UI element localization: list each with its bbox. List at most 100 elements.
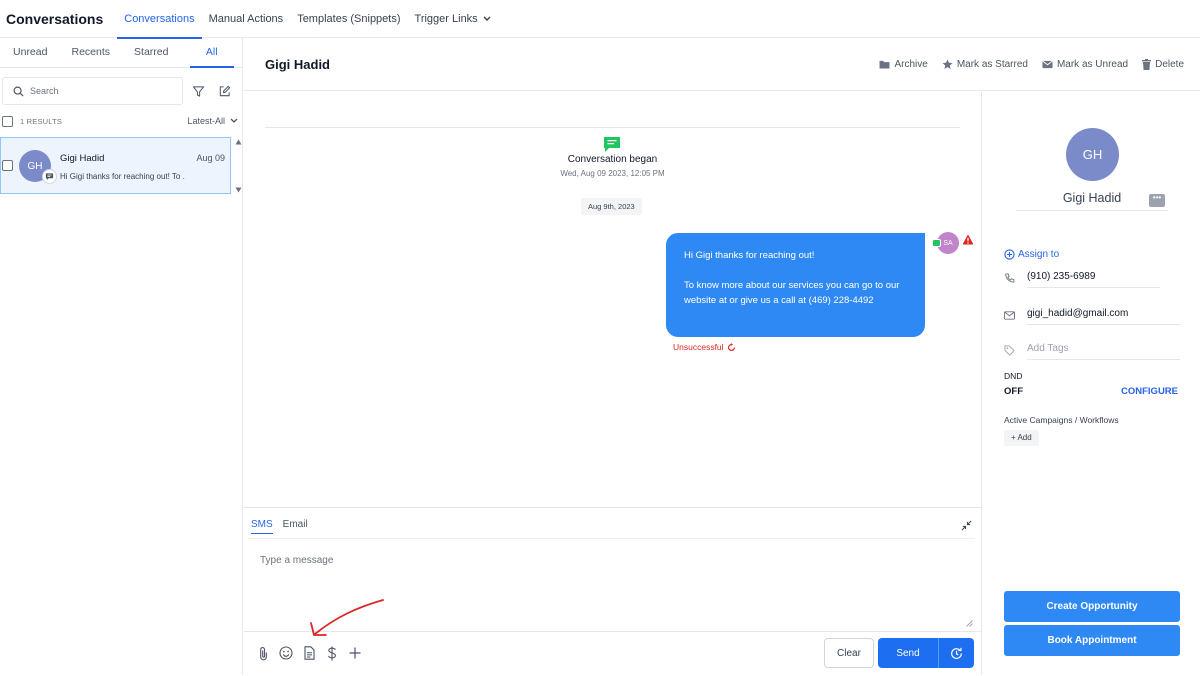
- add-campaign-button[interactable]: + Add: [1004, 430, 1039, 446]
- chat-actions: Archive Mark as Starred Mark as Unread D…: [879, 58, 1184, 70]
- chevron-down-icon: [483, 16, 491, 22]
- results-row: 1 RESULTS Latest-All: [2, 114, 238, 128]
- sms-indicator-icon: [932, 239, 941, 247]
- sort-label: Latest-All: [187, 116, 225, 126]
- sort-dropdown[interactable]: Latest-All: [187, 116, 238, 126]
- more-options-icon[interactable]: •••: [1149, 194, 1165, 207]
- retry-icon: [727, 342, 736, 352]
- phone-field[interactable]: (910) 235-6989: [1004, 268, 1160, 288]
- delete-label: Delete: [1155, 58, 1184, 70]
- tab-templates[interactable]: Templates (Snippets): [290, 0, 407, 38]
- conversation-checkbox[interactable]: [2, 160, 13, 171]
- top-nav: Conversations Conversations Manual Actio…: [0, 0, 1200, 39]
- envelope-icon: [1004, 310, 1018, 320]
- dollar-icon[interactable]: [325, 645, 339, 661]
- scroll-up-icon: [235, 139, 241, 145]
- mark-starred-label: Mark as Starred: [956, 58, 1028, 70]
- paperclip-icon[interactable]: [256, 645, 270, 661]
- email-field[interactable]: gigi_hadid@gmail.com: [1004, 305, 1180, 325]
- phone-value: (910) 235-6989: [1027, 268, 1160, 288]
- filter-tab-recents[interactable]: Recents: [61, 38, 122, 67]
- campaigns-label: Active Campaigns / Workflows: [1004, 415, 1119, 425]
- search-icon: [13, 86, 24, 97]
- conversation-list-panel: Unread Recents Starred All 1 RESULTS Lat…: [0, 38, 243, 675]
- results-count: 1 RESULTS: [20, 116, 63, 126]
- conversation-date: Aug 09: [196, 153, 225, 163]
- conversation-item[interactable]: GH Gigi Hadid Aug 09 Hi Gigi thanks for …: [0, 137, 231, 194]
- tags-field[interactable]: Add Tags: [1004, 340, 1180, 360]
- filter-icon[interactable]: [187, 80, 209, 102]
- avatar: GH: [19, 150, 57, 184]
- conversation-began-title: Conversation began: [567, 154, 658, 165]
- mark-starred-button[interactable]: Mark as Starred: [942, 59, 1028, 70]
- send-button-group: Send: [878, 638, 974, 668]
- phone-icon: [1004, 272, 1018, 284]
- sender-avatar: SA: [932, 232, 959, 254]
- plus-icon: +: [1011, 433, 1016, 442]
- plus-circle-icon: [1004, 249, 1015, 260]
- composer-toolbar: Clear Send: [244, 631, 981, 676]
- assign-to-label: Assign to: [1018, 249, 1060, 260]
- add-label: Add: [1017, 433, 1032, 442]
- chat-contact-name: Gigi Hadid: [265, 56, 330, 72]
- mark-unread-button[interactable]: Mark as Unread: [1042, 59, 1128, 70]
- send-button[interactable]: Send: [878, 638, 938, 668]
- contact-avatar: GH: [1066, 128, 1119, 181]
- avatar-initials: GH: [27, 160, 43, 172]
- tab-trigger-links[interactable]: Trigger Links: [408, 0, 498, 38]
- plus-icon[interactable]: [348, 645, 362, 661]
- clock-icon: [951, 647, 962, 659]
- create-opportunity-button[interactable]: Create Opportunity: [1004, 591, 1180, 622]
- filter-tabs: Unread Recents Starred All: [0, 38, 242, 68]
- template-document-icon[interactable]: [302, 645, 316, 661]
- chat-header: Gigi Hadid Archive Mark as Starred Mark …: [244, 38, 1200, 91]
- chevron-down-icon: [230, 118, 238, 124]
- composer-tab-sms[interactable]: SMS: [251, 519, 273, 534]
- email-value: gigi_hadid@gmail.com: [1027, 305, 1180, 325]
- message-input[interactable]: [248, 538, 975, 630]
- thread-divider: [265, 127, 960, 128]
- trash-icon: [1142, 58, 1152, 70]
- message-status[interactable]: Unsuccessful: [673, 342, 736, 352]
- contact-name: Gigi Hadid: [1016, 191, 1168, 211]
- tab-manual-actions[interactable]: Manual Actions: [202, 0, 291, 38]
- sender-initials: SA: [943, 239, 953, 247]
- warning-icon[interactable]: [962, 234, 974, 245]
- outgoing-message[interactable]: Hi Gigi thanks for reaching out! To know…: [666, 233, 925, 337]
- compose-icon[interactable]: [213, 80, 235, 102]
- assign-to-button[interactable]: Assign to: [1004, 249, 1059, 260]
- collapse-icon[interactable]: [961, 520, 972, 531]
- composer-tabs: SMS Email: [251, 519, 308, 534]
- list-scrollbar[interactable]: [233, 139, 243, 193]
- schedule-button[interactable]: [938, 638, 974, 668]
- clear-button[interactable]: Clear: [824, 638, 874, 668]
- emoji-icon[interactable]: [279, 645, 293, 661]
- book-appointment-button[interactable]: Book Appointment: [1004, 625, 1180, 656]
- contact-details-panel: GH Gigi Hadid ••• Assign to (910) 235-69…: [981, 92, 1200, 675]
- message-status-label: Unsuccessful: [673, 342, 724, 352]
- composer-tab-email[interactable]: Email: [283, 519, 308, 534]
- folder-icon: [879, 60, 890, 69]
- trigger-links-label: Trigger Links: [414, 12, 478, 25]
- message-line-2: To know more about our services you can …: [684, 280, 900, 306]
- tag-icon: [1004, 344, 1018, 356]
- delete-button[interactable]: Delete: [1142, 58, 1184, 70]
- dnd-value: OFF: [1004, 386, 1023, 397]
- filter-tab-all[interactable]: All: [182, 38, 243, 68]
- mark-unread-label: Mark as Unread: [1056, 58, 1129, 70]
- filter-tab-unread[interactable]: Unread: [0, 38, 61, 67]
- message-thread: Conversation began Wed, Aug 09 2023, 12:…: [244, 92, 981, 507]
- sms-channel-icon: [42, 169, 57, 184]
- tab-conversations[interactable]: Conversations: [117, 0, 202, 39]
- archive-button[interactable]: Archive: [879, 58, 928, 70]
- filter-tab-starred[interactable]: Starred: [121, 38, 182, 67]
- archive-label: Archive: [894, 58, 928, 70]
- envelope-icon: [1042, 60, 1053, 69]
- search-input[interactable]: [30, 86, 170, 96]
- configure-link[interactable]: CONFIGURE: [1121, 386, 1178, 397]
- search-box: [2, 77, 183, 105]
- dnd-label: DND: [1004, 371, 1023, 381]
- app-title: Conversations: [6, 10, 104, 27]
- resize-grip-icon[interactable]: [966, 620, 973, 627]
- select-all-checkbox[interactable]: [2, 115, 13, 127]
